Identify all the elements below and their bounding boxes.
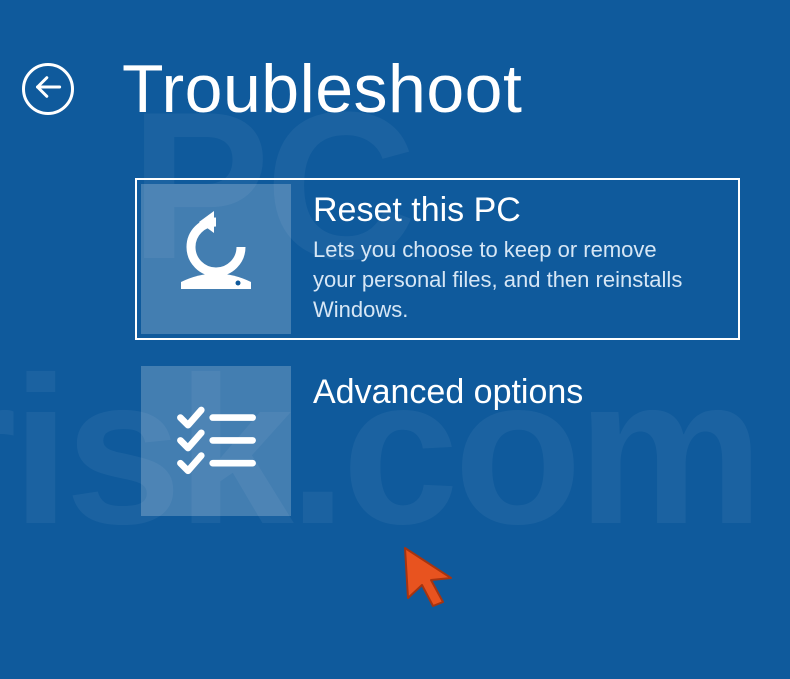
option-title: Reset this PC: [313, 192, 701, 229]
back-button[interactable]: [22, 63, 74, 115]
reset-pc-icon: [166, 207, 266, 312]
option-description: Lets you choose to keep or remove your p…: [313, 235, 701, 324]
option-advanced-options[interactable]: Advanced options: [135, 360, 740, 522]
header: Troubleshoot: [0, 0, 790, 128]
advanced-options-icon: [169, 391, 264, 491]
option-title: Advanced options: [313, 374, 583, 411]
back-arrow-icon: [34, 73, 62, 106]
annotation-cursor-icon: [395, 540, 463, 613]
option-tile: [141, 366, 291, 516]
options-list: Reset this PC Lets you choose to keep or…: [135, 178, 790, 522]
page-title: Troubleshoot: [122, 50, 522, 128]
option-text: Advanced options: [291, 366, 593, 516]
option-reset-this-pc[interactable]: Reset this PC Lets you choose to keep or…: [135, 178, 740, 340]
option-text: Reset this PC Lets you choose to keep or…: [291, 184, 711, 334]
option-tile: [141, 184, 291, 334]
